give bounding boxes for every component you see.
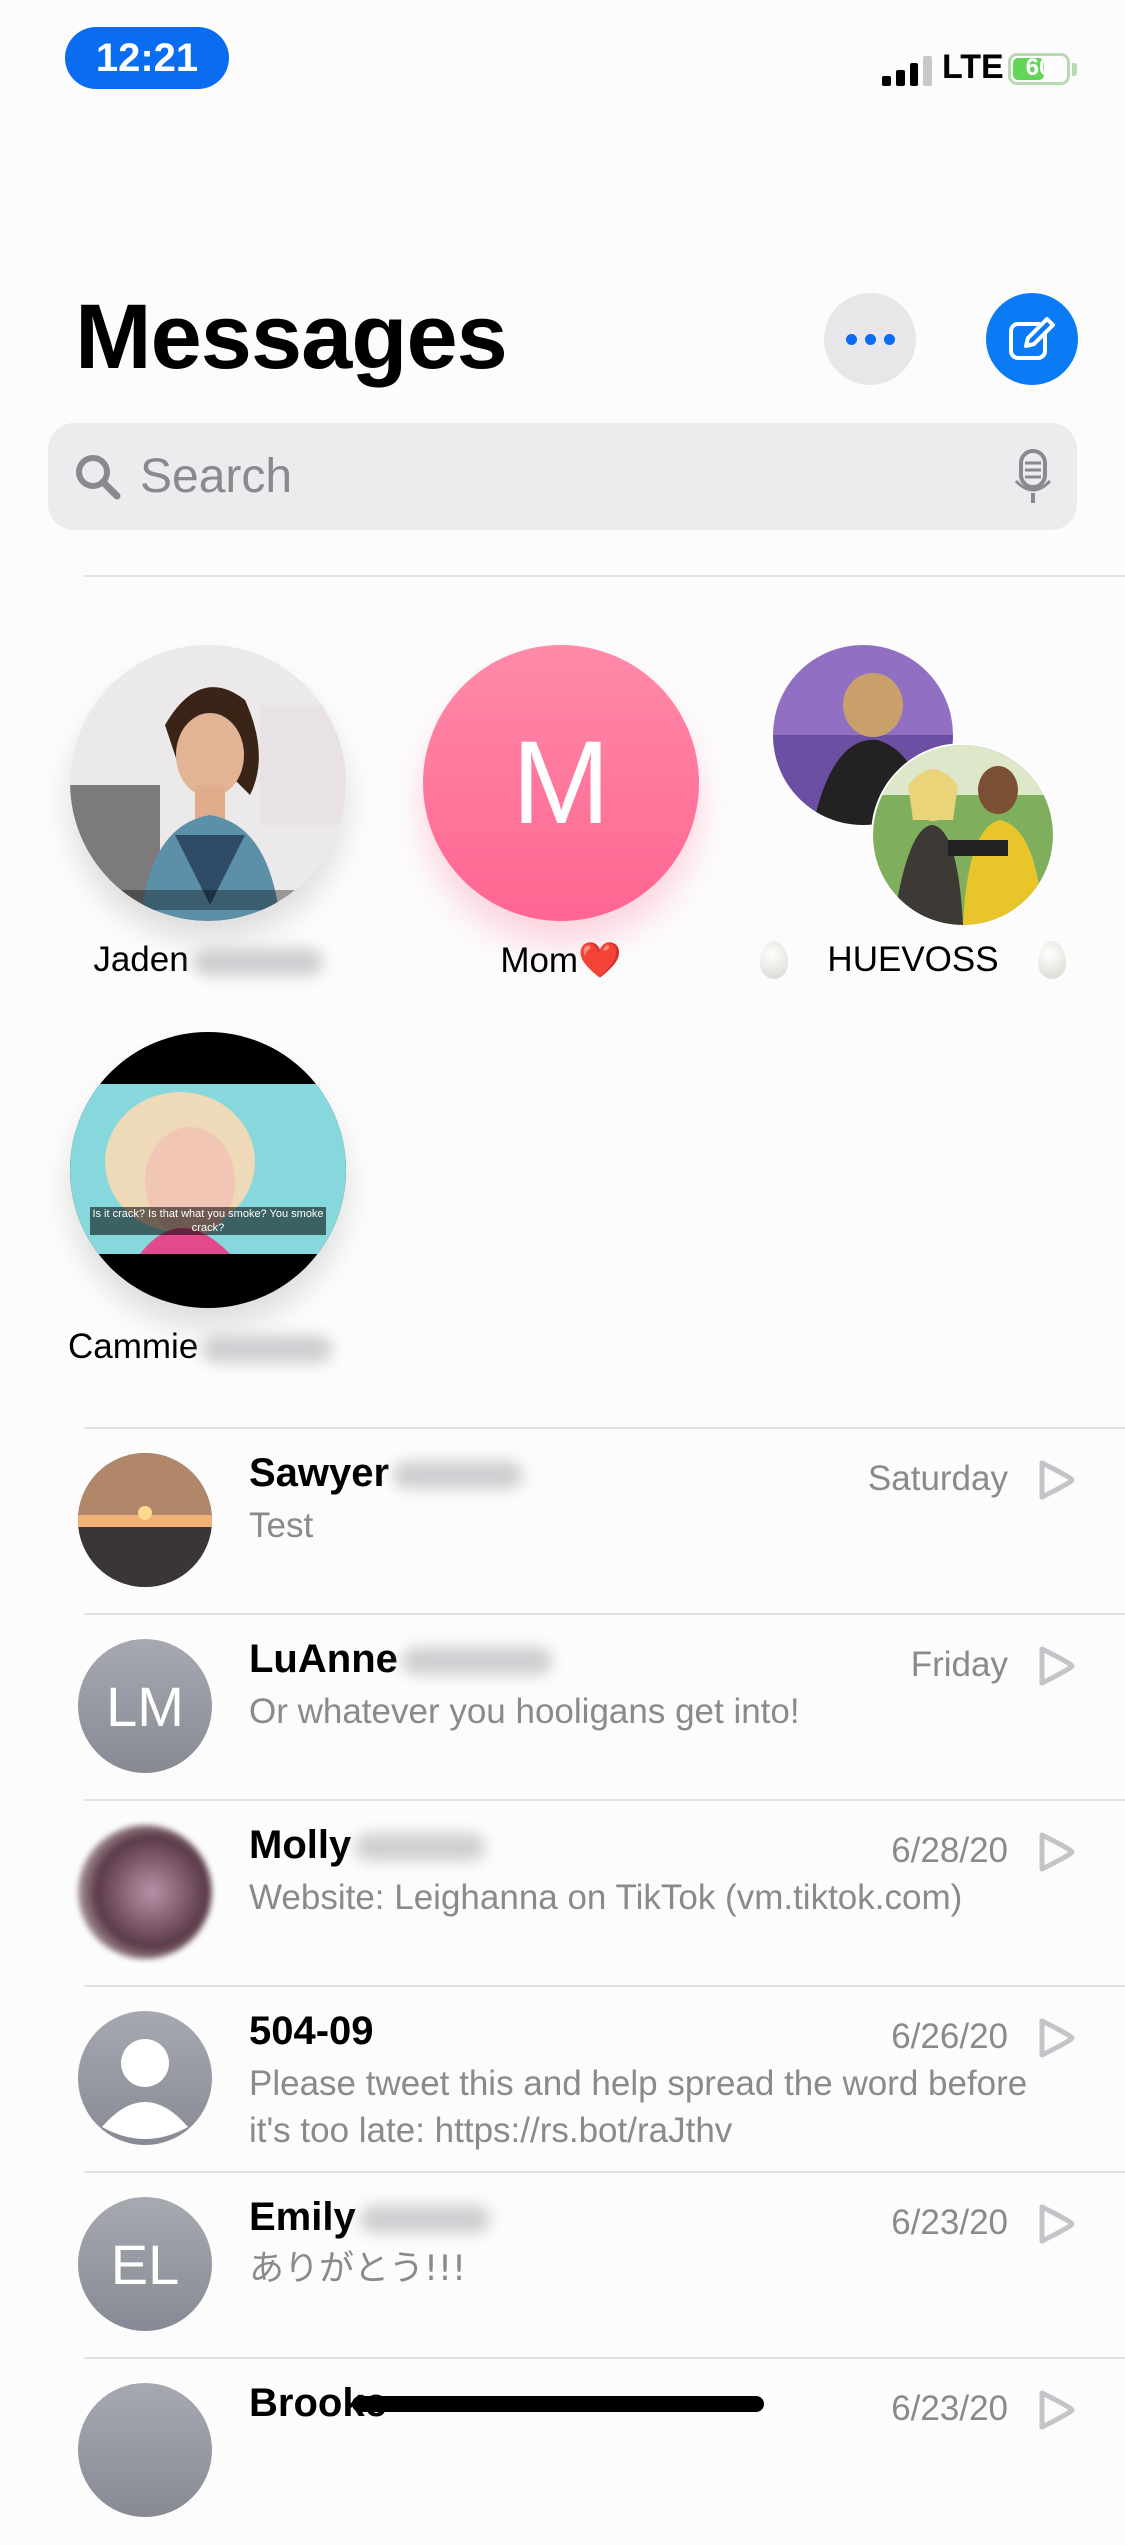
chevron-icon (1039, 1832, 1075, 1872)
message-date: 6/23/20 (891, 2389, 1008, 2428)
more-icon (845, 333, 857, 345)
chevron-icon (1039, 1460, 1075, 1500)
pinned-jaden[interactable]: Jaden (70, 645, 346, 979)
conversation-row[interactable]: 504-09 6/26/20 Please tweet this and hel… (0, 1987, 1125, 2173)
avatar (78, 1825, 212, 1959)
pinned-name: Mom (500, 941, 579, 980)
network-type: LTE (942, 48, 1004, 86)
egg-emoji (760, 941, 788, 979)
search-bar[interactable] (48, 423, 1077, 530)
person-icon (102, 2039, 188, 2139)
chevron-icon (1039, 1646, 1075, 1686)
battery-cap (1072, 63, 1077, 76)
compose-icon (1009, 317, 1055, 360)
status-time: 12:21 (65, 27, 229, 89)
conversation-row[interactable]: LM LuAnne Friday Or whatever you hooliga… (0, 1615, 1125, 1801)
page-title: Messages (75, 286, 508, 388)
contact-name: Emily (249, 2195, 356, 2239)
redacted-surname (202, 1334, 333, 1363)
avatar: Is it crack? Is that what you smoke? You… (70, 1032, 346, 1308)
avatar: LM (78, 1639, 212, 1773)
conversation-row[interactable]: EL Emily 6/23/20 ありがとう!!! (0, 2173, 1125, 2359)
message-preview: ありがとう!!! (249, 2249, 467, 2289)
chevron-icon (1039, 2018, 1075, 2058)
chevron-icon (1039, 2390, 1075, 2430)
search-icon (76, 454, 121, 499)
more-options-button[interactable] (824, 293, 916, 385)
pinned-huevoss[interactable]: HUEVOSS (760, 645, 1066, 979)
redacted-surname (359, 2205, 490, 2234)
avatar: EL (78, 2197, 212, 2331)
message-preview: Please tweet this and help spread the wo… (249, 2064, 1028, 2150)
pinned-name: HUEVOSS (827, 940, 999, 979)
pinned-mom[interactable]: M Mom❤️ (423, 645, 699, 980)
redacted-surname (192, 947, 323, 976)
message-date: 6/23/20 (891, 2203, 1008, 2242)
mic-icon[interactable] (1013, 448, 1053, 505)
group-avatar (773, 645, 1055, 927)
contact-name: 504-09 (249, 2009, 374, 2053)
avatar (78, 2011, 212, 2145)
redacted-surname (393, 1461, 524, 1490)
redacted-surname (401, 1647, 552, 1676)
battery-level: 60 (1025, 54, 1053, 81)
pinned-name: Jaden (93, 940, 189, 979)
pinned-cammie[interactable]: Is it crack? Is that what you smoke? You… (68, 1032, 346, 1366)
avatar (70, 645, 346, 921)
avatar (78, 1453, 212, 1587)
message-date: Friday (910, 1645, 1008, 1684)
message-date: 6/28/20 (891, 1831, 1008, 1870)
message-preview: Test (249, 1506, 314, 1545)
cellular-signal-icon (882, 52, 932, 86)
contact-name: LuAnne (249, 1637, 398, 1681)
conversation-row[interactable]: Molly 6/28/20 Website: Leighanna on TikT… (0, 1801, 1125, 1987)
divider (84, 575, 1125, 577)
search-input[interactable] (126, 448, 1013, 505)
avatar (78, 2383, 212, 2517)
image-caption: Is it crack? Is that what you smoke? You… (90, 1207, 326, 1235)
egg-emoji (1038, 941, 1066, 979)
redacted-surname (355, 1833, 486, 1862)
contact-name: Molly (249, 1823, 352, 1867)
message-date: 6/26/20 (891, 2017, 1008, 2056)
contact-name: Sawyer (249, 1451, 390, 1495)
battery-icon: 60 (1008, 53, 1070, 85)
conversation-row[interactable]: Brooke 6/23/20 (0, 2359, 1125, 2545)
heart-emoji: ❤️ (578, 941, 622, 980)
conversation-row[interactable]: Sawyer Saturday Test (0, 1429, 1125, 1615)
message-date: Saturday (867, 1459, 1008, 1498)
compose-button[interactable] (986, 293, 1078, 385)
barbie-image (70, 1084, 346, 1254)
pinned-name: Cammie (68, 1327, 199, 1366)
message-preview: Or whatever you hooligans get into! (249, 1692, 800, 1731)
message-preview: Website: Leighanna on TikTok (vm.tiktok.… (249, 1878, 963, 1917)
avatar: M (423, 645, 699, 921)
home-indicator[interactable] (352, 2396, 764, 2412)
chevron-icon (1039, 2204, 1075, 2244)
